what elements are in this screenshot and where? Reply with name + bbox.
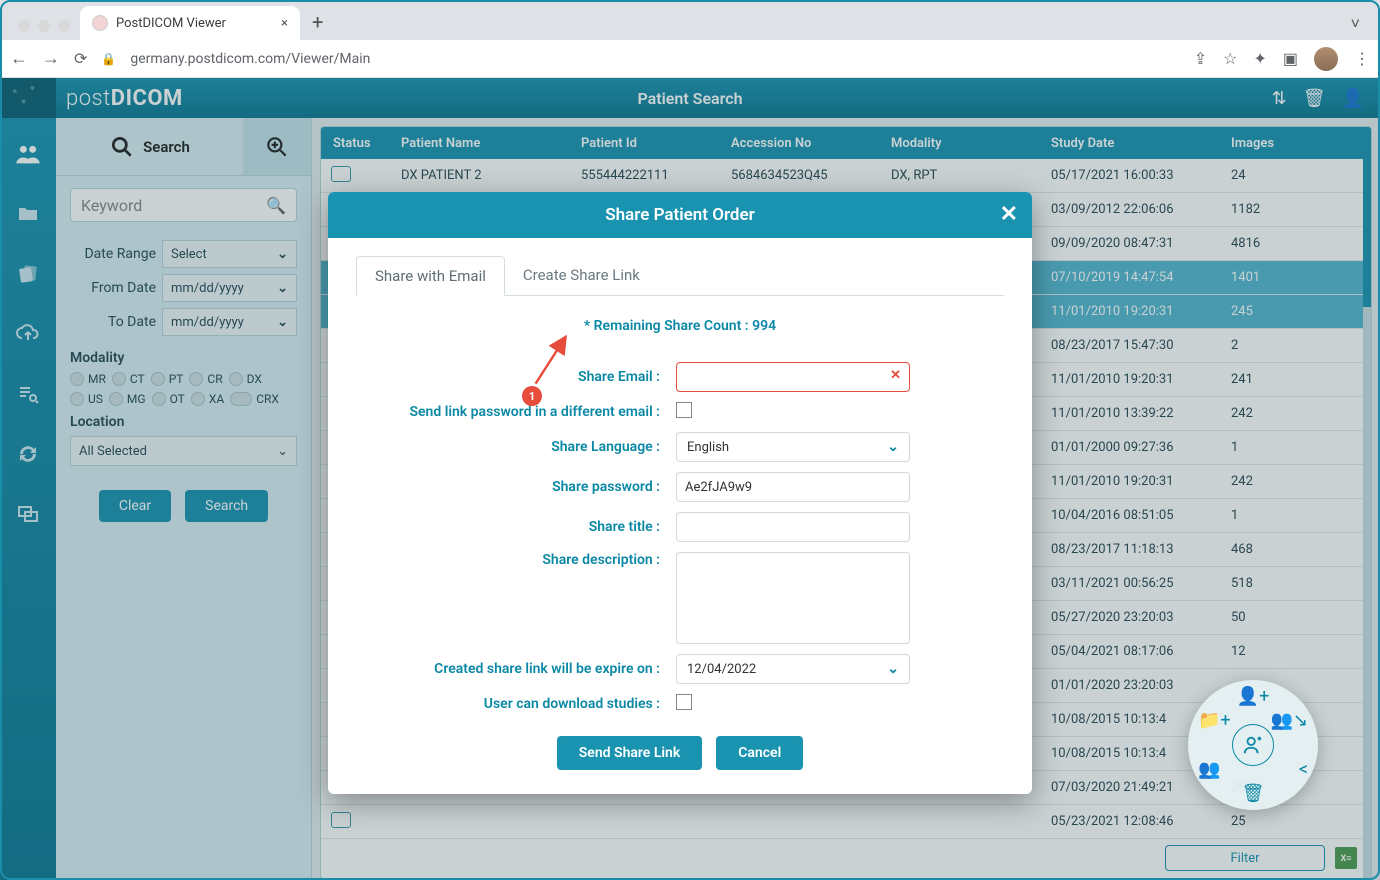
radial-add-folder-icon[interactable]: 📁+ (1198, 710, 1231, 731)
remaining-count: * Remaining Share Count : 994 (356, 296, 1004, 352)
app: postDICOM Patient Search ⇅ 🗑 👤 Search (0, 78, 1380, 880)
radial-add-user-icon[interactable]: 👤+ (1237, 686, 1270, 707)
tab-title: PostDICOM Viewer (116, 16, 226, 31)
url-text[interactable]: germany.postdicom.com/Viewer/Main (130, 51, 370, 67)
radial-menu[interactable]: 👤+ 👥↘ < 🗑 👥 📁+ (1188, 680, 1318, 810)
radial-share-icon[interactable]: < (1299, 759, 1308, 780)
lock-icon: 🔒 (101, 52, 116, 66)
expire-date-select[interactable]: 12/04/2022⌄ (676, 654, 910, 684)
sidepanel-icon[interactable]: ▣ (1283, 49, 1298, 68)
new-tab-button[interactable]: + (300, 10, 335, 40)
diff-email-checkbox[interactable] (676, 402, 692, 418)
close-tab-icon[interactable]: × (281, 16, 288, 31)
label-share-desc: Share description : (356, 552, 676, 568)
share-language-select[interactable]: English⌄ (676, 432, 910, 462)
share-modal: Share Patient Order ✕ Share with Email C… (328, 192, 1032, 794)
tab-create-link[interactable]: Create Share Link (505, 256, 658, 295)
forward-icon[interactable]: → (42, 48, 60, 69)
share-description-textarea[interactable] (676, 552, 910, 644)
url-bar: ← → ⟳ 🔒 germany.postdicom.com/Viewer/Mai… (0, 40, 1380, 78)
cancel-button[interactable]: Cancel (716, 736, 803, 770)
can-download-checkbox[interactable] (676, 694, 692, 710)
share-icon[interactable]: ⇪ (1194, 49, 1207, 68)
radial-center-add-user-icon[interactable] (1232, 724, 1274, 766)
label-share-title: Share title : (356, 519, 676, 535)
radial-assign-users-icon[interactable]: 👥↘ (1271, 710, 1309, 731)
kebab-icon[interactable]: ⋮ (1354, 49, 1370, 68)
send-share-link-button[interactable]: Send Share Link (557, 736, 702, 770)
close-icon[interactable]: ✕ (1000, 202, 1018, 227)
tab-share-email[interactable]: Share with Email (356, 256, 505, 296)
label-expire: Created share link will be expire on : (356, 661, 676, 677)
share-password-input[interactable] (676, 472, 910, 502)
favicon-icon (92, 15, 108, 31)
extensions-icon[interactable]: ✦ (1253, 49, 1266, 68)
share-email-input[interactable]: ✕ (676, 362, 910, 392)
label-download: User can download studies : (356, 696, 676, 712)
browser-tab[interactable]: PostDICOM Viewer × (80, 6, 300, 40)
radial-delete-icon[interactable]: 🗑 (1242, 783, 1265, 804)
clear-input-icon[interactable]: ✕ (890, 363, 901, 383)
reload-icon[interactable]: ⟳ (74, 49, 87, 68)
label-share-email: Share Email : (356, 369, 676, 385)
tab-strip: PostDICOM Viewer × + ˅ (0, 0, 1380, 40)
profile-avatar[interactable] (1314, 47, 1338, 71)
share-title-input[interactable] (676, 512, 910, 542)
label-share-pass: Share password : (356, 479, 676, 495)
star-icon[interactable]: ☆ (1223, 49, 1237, 68)
window-traffic-lights[interactable] (8, 20, 80, 40)
tabs-expand-icon[interactable]: ˅ (1339, 14, 1372, 40)
modal-header: Share Patient Order ✕ (328, 192, 1032, 238)
back-icon[interactable]: ← (10, 48, 28, 69)
label-share-lang: Share Language : (356, 439, 676, 455)
radial-group-icon[interactable]: 👥 (1198, 759, 1220, 780)
browser-chrome: PostDICOM Viewer × + ˅ ← → ⟳ 🔒 germany.p… (0, 0, 1380, 78)
modal-tabs: Share with Email Create Share Link (356, 256, 1004, 296)
label-diff-email: Send link password in a different email … (356, 404, 676, 420)
